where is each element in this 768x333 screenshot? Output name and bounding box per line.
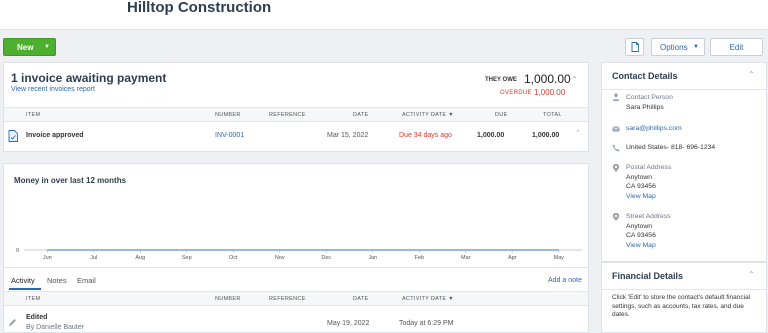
x-tick-label: Sep [182,255,192,261]
options-button[interactable]: Options ▼ [651,38,705,56]
column-header-reference: REFERENCE [269,296,306,302]
invoice-summary-title: 1 invoice awaiting payment [11,71,167,85]
email-icon [612,126,620,132]
add-note-link[interactable]: Add a note [548,277,582,284]
street-address-block: Street Address Anytown CA 93456 View Map [626,212,671,250]
column-header-activity-date[interactable]: ACTIVITY DATE ▼ [402,296,454,302]
collapse-icon[interactable]: ⌃ [748,70,755,79]
tab-notes[interactable]: Notes [47,276,67,285]
person-icon [612,93,620,101]
activity-table-header: ITEM NUMBER REFERENCE DATE ACTIVITY DATE… [4,291,588,306]
column-header-total: TOTAL [543,112,562,118]
contact-person-label: Contact Person [626,94,673,101]
document-icon [631,42,639,52]
invoice-due-amount: 1,000.00 [477,132,505,139]
postal-address-line: CA 93456 [626,183,656,190]
money-in-chart-panel: Money in over last 12 months 0 Jun Jul Aug S… [3,163,589,267]
x-tick-label: Dec [321,255,331,261]
new-button-label: New [17,42,34,52]
expand-row-icon[interactable]: ⌃ [575,129,581,137]
location-pin-icon [612,213,620,221]
street-address-label: Street Address [626,213,671,220]
postal-address-line: Anytown [626,173,653,181]
column-header-number: NUMBER [215,112,241,118]
contact-email-link[interactable]: sara@phillips.com [626,124,682,134]
invoice-due-status: Due 34 days ago [399,132,452,139]
invoice-document-icon [8,130,18,142]
phone-icon [612,144,620,152]
x-tick-label: Feb [415,255,424,261]
invoice-date: Mar 15, 2022 [327,132,369,139]
page-title: Hilltop Construction [127,0,272,16]
x-tick-label: May [554,255,565,261]
active-tab-indicator [9,288,41,290]
edit-button[interactable]: Edit [710,38,763,56]
column-header-due: DUE [495,112,508,118]
collapse-icon[interactable]: ⌃ [748,270,755,279]
y-tick-label: 0 [16,248,19,254]
collapse-icon[interactable]: ⌃ [571,75,578,84]
financial-details-text: Click 'Edit' to store the contact's defa… [612,294,751,318]
contact-person-block: Contact Person Sara Phillips [626,93,673,112]
title-bar: Hilltop Construction [0,0,768,30]
activity-author: By Danielle Bauter [26,324,84,331]
x-tick-label: Aug [135,255,145,261]
contact-details-title: Contact Details [612,71,678,81]
invoice-number-link[interactable]: INV-0001 [215,132,244,139]
chevron-down-icon: ▼ [44,44,50,50]
invoice-panel: 1 invoice awaiting payment View recent i… [3,62,589,152]
they-owe-value: 1,000.00 [524,72,571,86]
contact-phone: United States- 818- 696-1234 [626,144,716,151]
activity-time: Today at 6:29 PM [399,320,454,327]
document-button[interactable] [625,38,644,56]
invoice-item: Invoice approved [26,132,84,139]
tab-email[interactable]: Email [77,276,96,285]
financial-details-title: Financial Details [612,271,684,281]
table-row[interactable]: Invoice approved INV-0001 Mar 15, 2022 D… [4,122,588,152]
street-address-line: CA 93456 [626,232,656,239]
postal-address-label: Postal Address [626,164,672,171]
they-owe-label: THEY OWE [485,77,517,83]
chevron-down-icon: ▼ [693,44,699,50]
divider [602,289,766,290]
column-header-activity-date[interactable]: ACTIVITY DATE ▼ [402,112,454,118]
financial-details-panel: Financial Details ⌃ Click 'Edit' to stor… [601,262,767,333]
money-in-chart: 0 Jun Jul Aug Sep Oct Nov Dec Jan Feb Mar Apr May [16,248,582,261]
tab-activity[interactable]: Activity [11,276,35,285]
divider [602,89,766,90]
location-pin-icon [612,164,620,172]
x-tick-label: Jan [368,255,377,261]
column-header-date: DATE [353,112,369,118]
postal-view-map-link[interactable]: View Map [626,192,671,202]
column-header-reference: REFERENCE [269,112,306,118]
street-view-map-link[interactable]: View Map [626,241,671,251]
invoice-total-amount: 1,000.00 [532,132,560,139]
contact-person-name: Sara Phillips [626,103,664,111]
x-tick-label: Apr [508,255,517,261]
overdue-label: OVERDUE [500,90,532,96]
column-header-date: DATE [353,296,369,302]
options-button-label: Options [660,42,688,52]
invoice-table-header: ITEM NUMBER REFERENCE DATE ACTIVITY DATE… [4,107,588,122]
pencil-icon [9,319,16,326]
x-tick-label: Jul [90,255,97,261]
x-tick-label: Oct [229,255,238,261]
column-header-item: ITEM [26,112,41,118]
new-button[interactable]: New ▼ [3,38,56,56]
x-tick-label: Mar [461,255,471,261]
recent-invoices-link[interactable]: View recent invoices report [11,86,95,93]
column-header-number: NUMBER [215,296,241,302]
street-address-line: Anytown [626,222,653,230]
x-tick-label: Nov [275,255,285,261]
x-tick-label: Jun [43,255,52,261]
activity-item: Edited [26,314,48,321]
overdue-value: 1,000.00 [534,88,566,97]
contact-details-panel: Contact Details ⌃ Contact Person Sara Ph… [601,62,767,262]
activity-date: May 19, 2022 [327,320,370,327]
postal-address-block: Postal Address Anytown CA 93456 View Map [626,163,671,201]
activity-panel: Activity Notes Email Add a note ITEM NUM… [3,267,589,333]
column-header-item: ITEM [26,296,41,302]
